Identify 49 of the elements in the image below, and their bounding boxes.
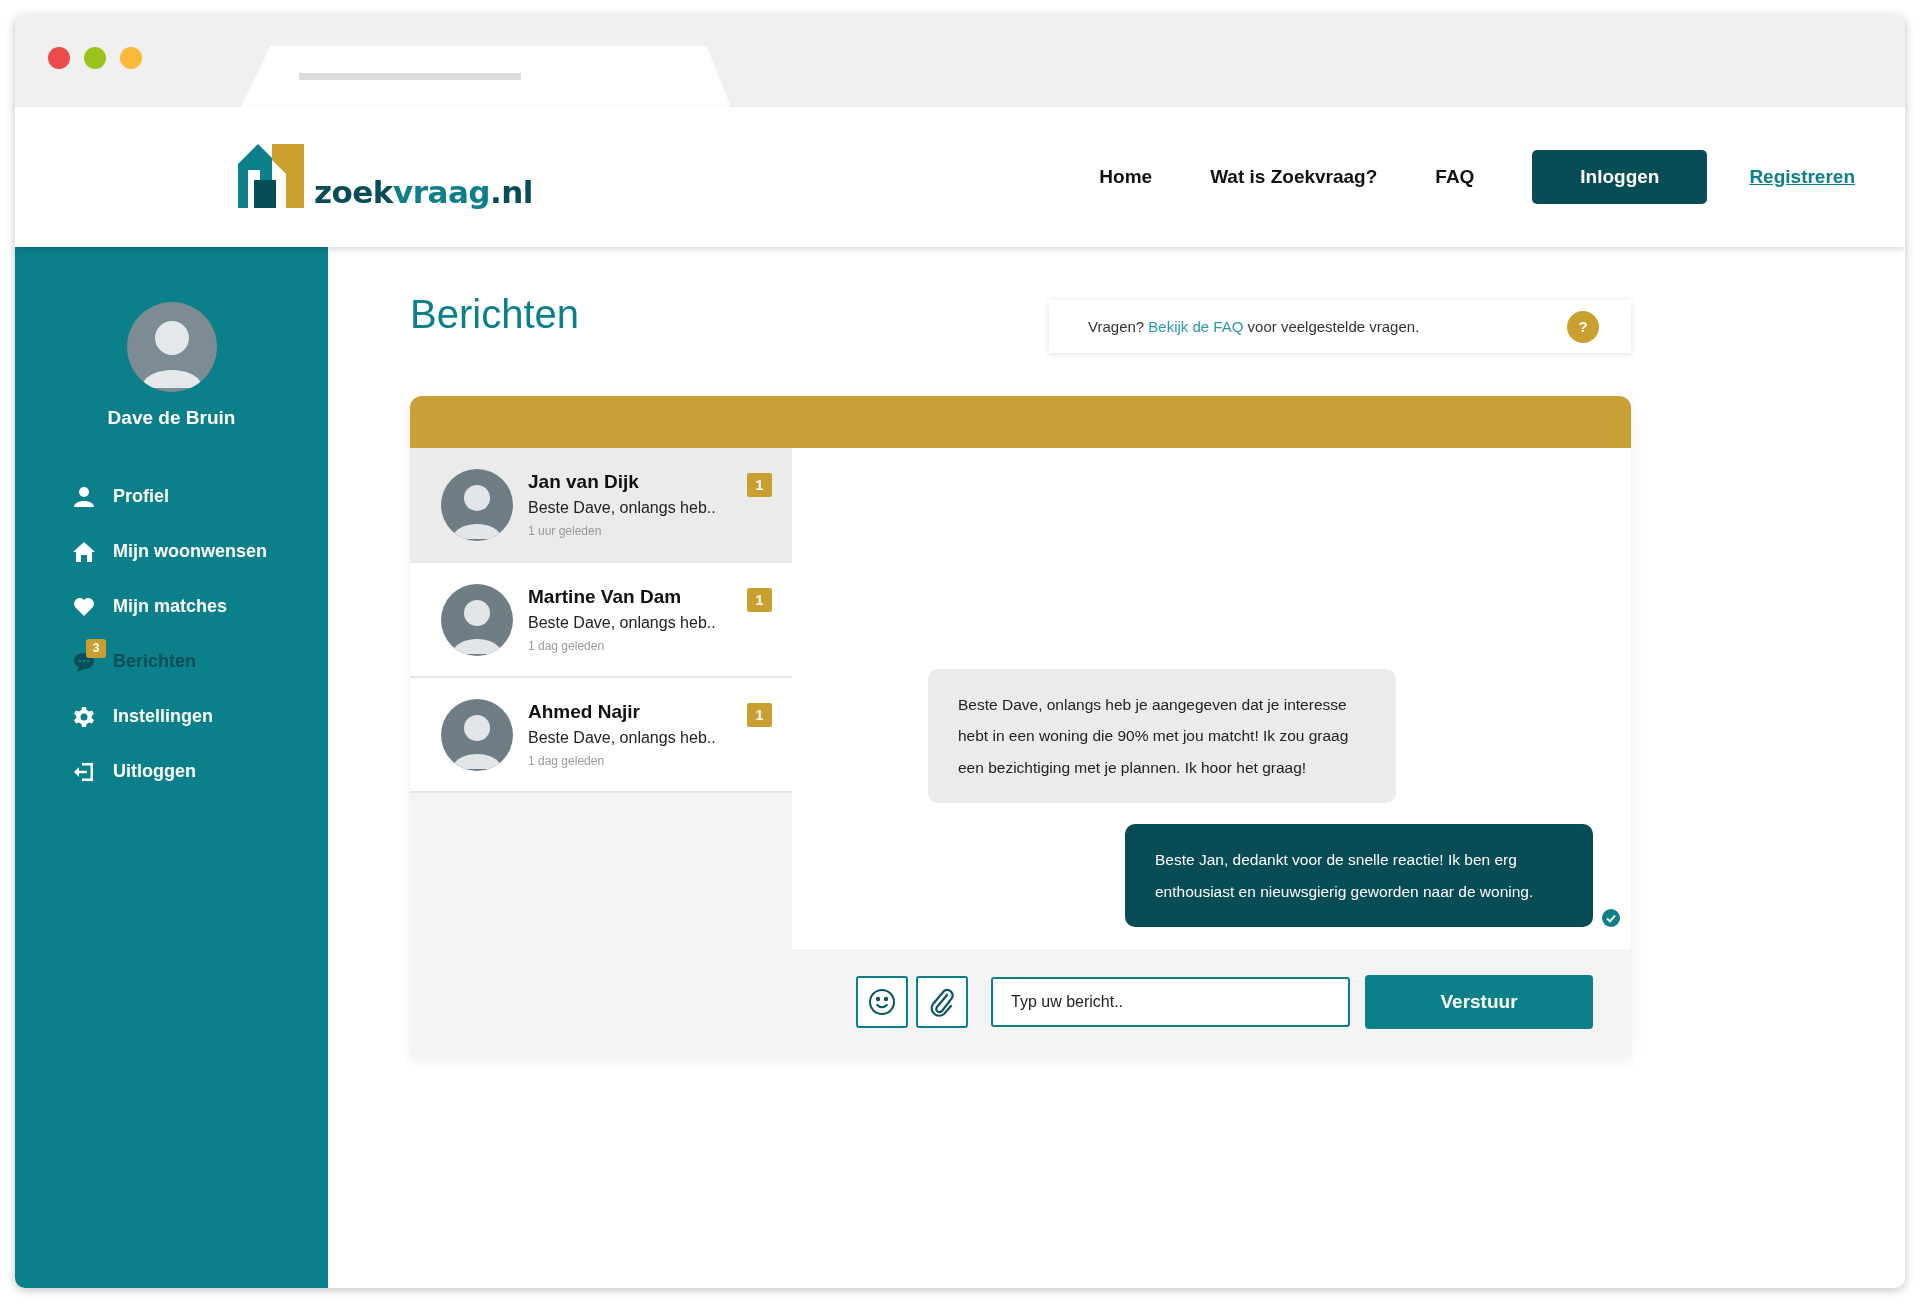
person-icon xyxy=(73,485,95,508)
settings-icon xyxy=(73,705,95,728)
message-time: 1 uur geleden xyxy=(528,524,603,538)
unread-badge: 1 xyxy=(747,703,772,727)
message-preview: Beste Dave, onlangs heb.. xyxy=(528,614,717,632)
sidebar-item[interactable]: Uitloggen xyxy=(15,744,328,799)
site-logo[interactable]: zoekvraag.nl xyxy=(238,144,533,210)
smiley-icon xyxy=(867,987,897,1017)
logout-icon xyxy=(73,760,95,783)
conversation-item[interactable]: Jan van Dijk Beste Dave, onlangs heb.. 1 uur geleden 1 xyxy=(410,448,792,563)
contact-name: Ahmed Najir xyxy=(528,701,641,723)
faq-text: Vragen? Bekijk de FAQ voor veelgestelde vragen. xyxy=(1088,318,1420,335)
login-button[interactable]: Inloggen xyxy=(1532,150,1708,204)
house-logo-icon xyxy=(238,144,304,210)
contact-name: Jan van Dijk xyxy=(528,471,640,493)
count-badge: 3 xyxy=(86,638,106,658)
nav-link[interactable]: Wat is Zoekvraag? xyxy=(1210,166,1378,188)
close-window-dot[interactable] xyxy=(48,47,70,69)
message-input[interactable]: Typ uw bericht.. xyxy=(991,977,1350,1027)
logo-text: zoekvraag.nl xyxy=(314,177,533,208)
conversation-item[interactable]: Martine Van Dam Beste Dave, onlangs heb.. 1 dag geleden 1 xyxy=(410,563,792,678)
user-name: Dave de Bruin xyxy=(107,407,236,429)
sidebar-item[interactable]: Instellingen xyxy=(15,689,328,744)
message-time: 1 dag geleden xyxy=(528,754,606,768)
sidebar-item[interactable]: Profiel xyxy=(15,469,328,524)
message-preview: Beste Dave, onlangs heb.. xyxy=(528,729,717,747)
faq-link[interactable]: Bekijk de FAQ xyxy=(1148,318,1244,335)
unread-badge: 1 xyxy=(747,588,772,612)
nav-link[interactable]: Home xyxy=(1099,166,1153,188)
message-time: 1 dag geleden xyxy=(528,639,606,653)
message-preview: Beste Dave, onlangs heb.. xyxy=(528,499,717,517)
send-button[interactable]: Verstuur xyxy=(1365,975,1593,1029)
emoji-button[interactable] xyxy=(856,976,908,1028)
minimize-window-dot[interactable] xyxy=(120,47,142,69)
heart-icon xyxy=(73,595,95,618)
attach-button[interactable] xyxy=(916,976,968,1028)
maximize-window-dot[interactable] xyxy=(84,47,106,69)
message-bubble: Beste Dave, onlangs heb je aangegeven dat je interesse hebt in een woning die 90% met jou matcht! Ik zou graag een bezichtiging met je plannen. Ik hoor het graag! xyxy=(928,668,1396,803)
message-bubble: Beste Jan, dedankt voor de snelle reactie! Ik ben erg enthousiast en nieuwsgierig geworden naar de woning. xyxy=(1125,824,1593,927)
unread-badge: 1 xyxy=(747,473,772,497)
nav-link[interactable]: FAQ xyxy=(1435,166,1475,188)
page-title: Berichten xyxy=(410,292,579,337)
conversation-item[interactable]: Ahmed Najir Beste Dave, onlangs heb.. 1 dag geleden 1 xyxy=(410,678,792,793)
register-link[interactable]: Registreren xyxy=(1749,166,1855,188)
contact-name: Martine Van Dam xyxy=(528,586,683,608)
sidebar-item[interactable]: Mijn woonwensen xyxy=(15,524,328,579)
help-badge[interactable]: ? xyxy=(1567,310,1599,343)
home-icon xyxy=(73,540,95,563)
sidebar-item[interactable]: Mijn matches xyxy=(15,579,328,634)
